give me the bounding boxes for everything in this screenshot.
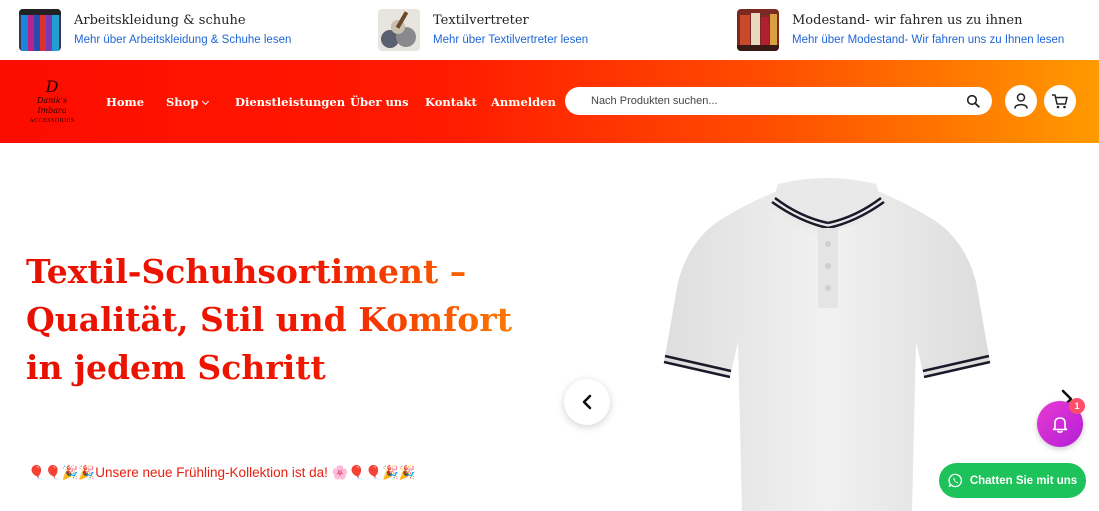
nav-contact[interactable]: Kontakt bbox=[425, 95, 477, 109]
chat-button[interactable]: Chatten Sie mit uns bbox=[939, 463, 1086, 498]
info-item-fashion-stand[interactable]: Modestand- wir fahren us zu ihnen Mehr ü… bbox=[737, 9, 1064, 51]
notification-count-badge: 1 bbox=[1069, 398, 1085, 414]
cart-button[interactable] bbox=[1044, 85, 1076, 117]
nav-login[interactable]: Anmelden bbox=[491, 95, 556, 109]
polo-shirt-image bbox=[650, 172, 1005, 511]
nav-shop-label: Shop bbox=[166, 94, 199, 109]
info-item-textile-rep[interactable]: Textilvertreter Mehr über Textilvertrete… bbox=[378, 9, 588, 51]
info-link[interactable]: Mehr über Textilvertreter lesen bbox=[433, 32, 588, 49]
info-title: Arbeitskleidung & schuhe bbox=[74, 12, 246, 28]
main-nav: Home Shop Dienstleistungen Über uns Kont… bbox=[0, 60, 560, 143]
promo-text: 🎈🎈🎉🎉Unsere neue Frühling-Kollektion ist … bbox=[28, 465, 416, 480]
info-title: Textilvertreter bbox=[433, 12, 529, 28]
account-button[interactable] bbox=[1005, 85, 1037, 117]
whatsapp-icon bbox=[948, 473, 962, 488]
info-link[interactable]: Mehr über Modestand- Wir fahren uns zu I… bbox=[792, 32, 1064, 49]
info-item-workwear[interactable]: Arbeitskleidung & schuhe Mehr über Arbei… bbox=[19, 9, 291, 51]
bell-icon bbox=[1052, 417, 1068, 434]
slider-prev-button[interactable] bbox=[564, 379, 610, 425]
nav-home[interactable]: Home bbox=[106, 95, 144, 109]
user-icon bbox=[1014, 93, 1028, 109]
nav-services[interactable]: Dienstleistungen bbox=[235, 95, 345, 109]
chat-button-label: Chatten Sie mit uns bbox=[969, 474, 1078, 487]
search-input[interactable] bbox=[591, 87, 951, 115]
chevron-left-icon bbox=[582, 394, 592, 410]
cart-icon bbox=[1051, 94, 1068, 109]
info-title: Modestand- wir fahren us zu ihnen bbox=[792, 12, 1023, 28]
workwear-thumbnail bbox=[19, 9, 61, 51]
fashion-stand-thumbnail bbox=[737, 9, 779, 51]
info-link[interactable]: Mehr über Arbeitskleidung & Schuhe lesen bbox=[74, 32, 291, 49]
search-icon[interactable] bbox=[966, 94, 980, 108]
nav-about[interactable]: Über uns bbox=[350, 95, 409, 109]
info-strip: Arbeitskleidung & schuhe Mehr über Arbei… bbox=[0, 0, 1099, 60]
textile-thumbnail bbox=[378, 9, 420, 51]
nav-shop[interactable]: Shop bbox=[166, 94, 210, 109]
chevron-down-icon bbox=[202, 97, 210, 105]
hero-title: Textil-Schuhsortiment – Qualität, Stil u… bbox=[26, 248, 546, 392]
search-bar[interactable] bbox=[565, 87, 992, 115]
